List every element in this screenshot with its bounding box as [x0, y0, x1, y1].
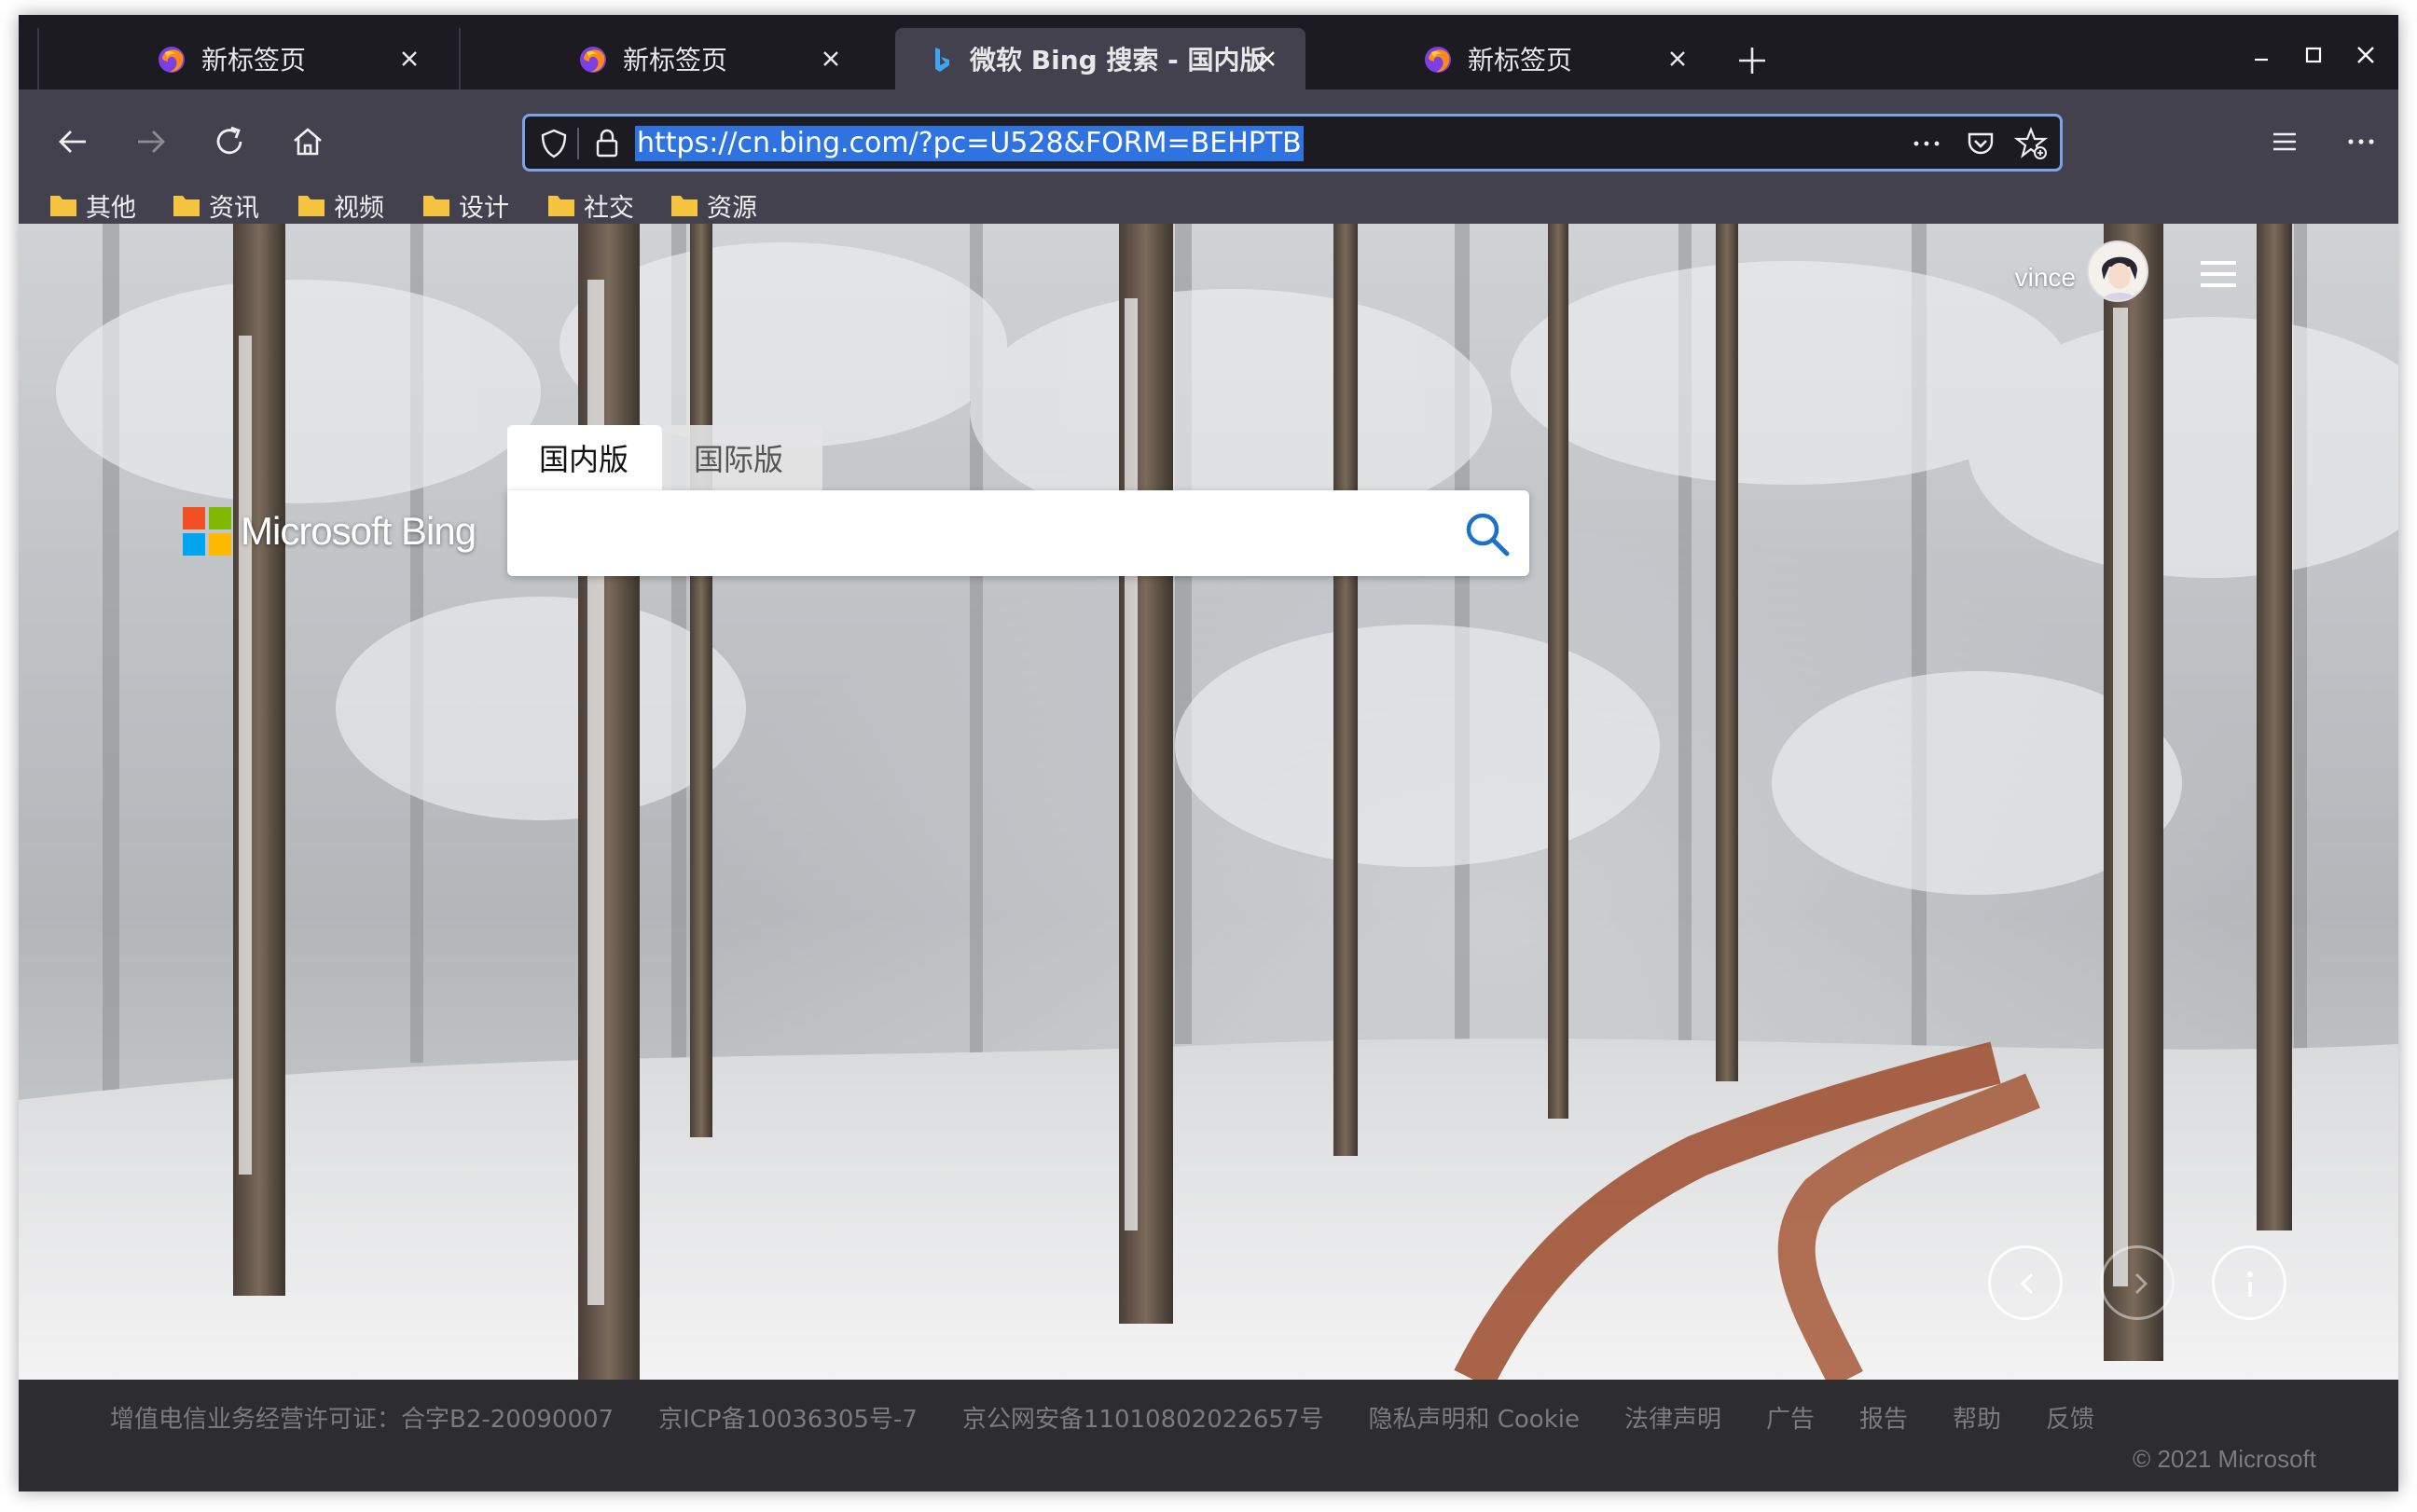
close-icon[interactable] [817, 45, 845, 73]
url-text[interactable]: https://cn.bing.com/?pc=U528&FORM=BEHPTB [635, 126, 1304, 161]
footer-link-license[interactable]: 增值电信业务经营许可证：合字B2-20090007 [110, 1400, 614, 1435]
bookmark-folder-resources[interactable]: 资源 [670, 188, 757, 223]
shield-icon[interactable] [538, 128, 570, 159]
folder-icon [298, 196, 325, 216]
bookmark-folder-design[interactable]: 设计 [421, 188, 509, 223]
tab-new-2[interactable]: 新标签页 [459, 28, 869, 89]
tab-bing[interactable]: 微软 Bing 搜索 - 国内版 [895, 28, 1305, 89]
info-icon [2247, 1271, 2253, 1297]
tab-strip: 新标签页 新标签页 微软 Bing 搜索 - 国内版 新标签页 [19, 15, 2398, 89]
footer-link-police[interactable]: 京公网安备11010802022657号 [962, 1400, 1324, 1435]
footer-link-report[interactable]: 报告 [1859, 1400, 1908, 1435]
window-close-icon[interactable] [2352, 41, 2380, 69]
close-icon[interactable] [1664, 45, 1692, 73]
bookmark-label: 设计 [459, 193, 509, 223]
app-menu-icon[interactable] [2342, 123, 2380, 160]
firefox-icon [1425, 47, 1451, 73]
logo-text: Microsoft Bing [241, 509, 476, 553]
copyright: © 2021 Microsoft [2133, 1445, 2316, 1473]
previous-image-button[interactable] [1988, 1245, 2063, 1320]
footer-links: 增值电信业务经营许可证：合字B2-20090007 京ICP备10036305号… [110, 1400, 2139, 1435]
tab-new-3[interactable]: 新标签页 [1305, 28, 1716, 89]
folder-icon [173, 196, 200, 216]
folder-icon [50, 196, 76, 216]
bookmark-label: 资讯 [209, 193, 259, 223]
home-icon[interactable] [289, 123, 326, 160]
bookmark-folder-social[interactable]: 社交 [546, 188, 634, 223]
tab-domestic[interactable]: 国内版 [507, 425, 662, 490]
tab-label: 新标签页 [1468, 45, 1573, 76]
tab-label: 微软 Bing 搜索 - 国内版 [970, 45, 1266, 76]
page-actions-icon[interactable] [1911, 130, 1942, 158]
page-footer: 增值电信业务经营许可证：合字B2-20090007 京ICP备10036305号… [19, 1380, 2398, 1491]
bing-icon [935, 48, 949, 72]
footer-link-feedback[interactable]: 反馈 [2046, 1400, 2094, 1435]
browser-window: 新标签页 新标签页 微软 Bing 搜索 - 国内版 新标签页 https://… [19, 15, 2398, 1491]
avatar[interactable] [2087, 241, 2148, 302]
bookmark-label: 视频 [334, 193, 384, 223]
next-image-button[interactable] [2100, 1245, 2175, 1320]
folder-icon [671, 196, 697, 216]
tab-label: 新标签页 [201, 45, 307, 76]
footer-link-legal[interactable]: 法律声明 [1624, 1400, 1721, 1435]
bookmark-folder-video[interactable]: 视频 [297, 188, 384, 223]
tab-label: 新标签页 [623, 45, 728, 76]
close-icon[interactable] [1253, 45, 1281, 73]
bing-homepage: vince Microsoft Bing 国内版 国际版 [19, 224, 2398, 1380]
pocket-icon[interactable] [1965, 128, 1996, 159]
bookmark-star-icon[interactable] [2013, 126, 2049, 161]
tab-new-1[interactable]: 新标签页 [37, 28, 448, 89]
bookmark-folder-other[interactable]: 其他 [48, 188, 136, 223]
reload-icon[interactable] [211, 123, 248, 160]
bookmark-folder-news[interactable]: 资讯 [172, 188, 259, 223]
background-image [19, 224, 2398, 1380]
minimize-icon[interactable] [2247, 41, 2275, 69]
bookmark-label: 其他 [86, 193, 136, 223]
folder-icon [548, 196, 574, 216]
footer-link-ads[interactable]: 广告 [1766, 1400, 1815, 1435]
footer-link-help[interactable]: 帮助 [1953, 1400, 2001, 1435]
forward-icon[interactable] [132, 123, 170, 160]
footer-link-privacy[interactable]: 隐私声明和 Cookie [1368, 1400, 1580, 1435]
chevron-right-icon [2134, 1272, 2148, 1295]
search-icon[interactable] [1462, 509, 1512, 559]
chevron-left-icon [2020, 1272, 2034, 1295]
firefox-icon [159, 47, 185, 73]
back-icon[interactable] [54, 123, 91, 160]
lock-icon[interactable] [592, 126, 622, 159]
firefox-icon [580, 47, 606, 73]
maximize-icon[interactable] [2300, 41, 2327, 69]
new-tab-button[interactable] [1736, 45, 1768, 76]
microsoft-bing-logo[interactable]: Microsoft Bing [183, 507, 476, 556]
user-name[interactable]: vince [2015, 263, 2076, 293]
url-divider [577, 128, 579, 159]
folder-icon [423, 196, 449, 216]
bookmark-label: 资源 [707, 193, 757, 223]
address-bar[interactable]: https://cn.bing.com/?pc=U528&FORM=BEHPTB [522, 114, 2063, 172]
close-icon[interactable] [395, 45, 423, 73]
microsoft-logo-icon [183, 507, 231, 556]
search-input[interactable] [507, 490, 1529, 576]
hamburger-menu-icon[interactable] [2197, 257, 2240, 291]
image-info-button[interactable] [2212, 1245, 2286, 1320]
library-icon[interactable] [2266, 123, 2303, 160]
tab-international[interactable]: 国际版 [662, 425, 822, 490]
footer-link-icp[interactable]: 京ICP备10036305号-7 [658, 1400, 918, 1435]
bookmark-label: 社交 [584, 193, 634, 223]
